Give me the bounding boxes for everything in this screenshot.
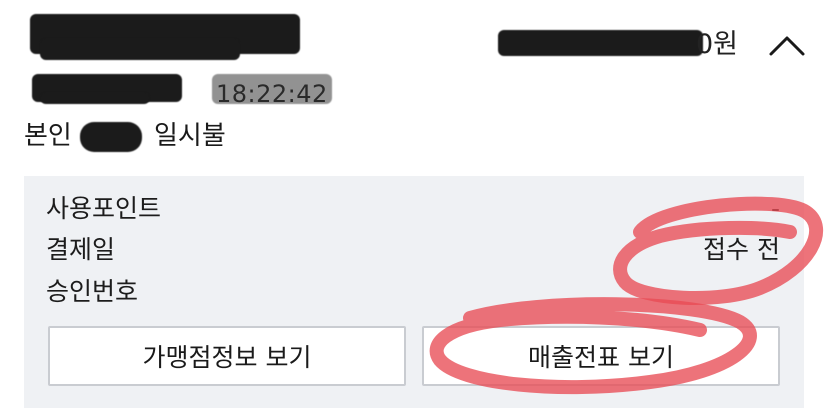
amount-suffix: 0원 — [696, 29, 739, 60]
transaction-detail: 0원 18:22:42 본인 일시불 사용포인트 - 결제일 접수 전 승인번호… — [0, 0, 828, 409]
row-label-approval-number: 승인번호 — [46, 277, 139, 306]
card-owner-label: 본인 — [24, 121, 72, 151]
row-label-points: 사용포인트 — [46, 194, 162, 223]
sales-slip-button[interactable]: 매출전표 보기 — [422, 326, 780, 386]
detail-panel: 사용포인트 - 결제일 접수 전 승인번호 가맹점정보 보기 매출전표 보기 — [24, 176, 804, 408]
redacted-date-2 — [40, 92, 150, 104]
redacted-card-number — [80, 122, 142, 152]
installment-type: 일시불 — [154, 121, 226, 151]
transaction-time: 18:22:42 — [216, 80, 328, 108]
redacted-amount — [498, 30, 703, 56]
merchant-info-button[interactable]: 가맹점정보 보기 — [48, 326, 406, 386]
chevron-up-icon[interactable] — [767, 32, 807, 58]
redacted-merchant-name-2 — [40, 38, 240, 60]
row-value-payment-date: 접수 전 — [703, 235, 780, 264]
row-label-payment-date: 결제일 — [46, 235, 116, 264]
row-value-points: - — [770, 194, 780, 223]
